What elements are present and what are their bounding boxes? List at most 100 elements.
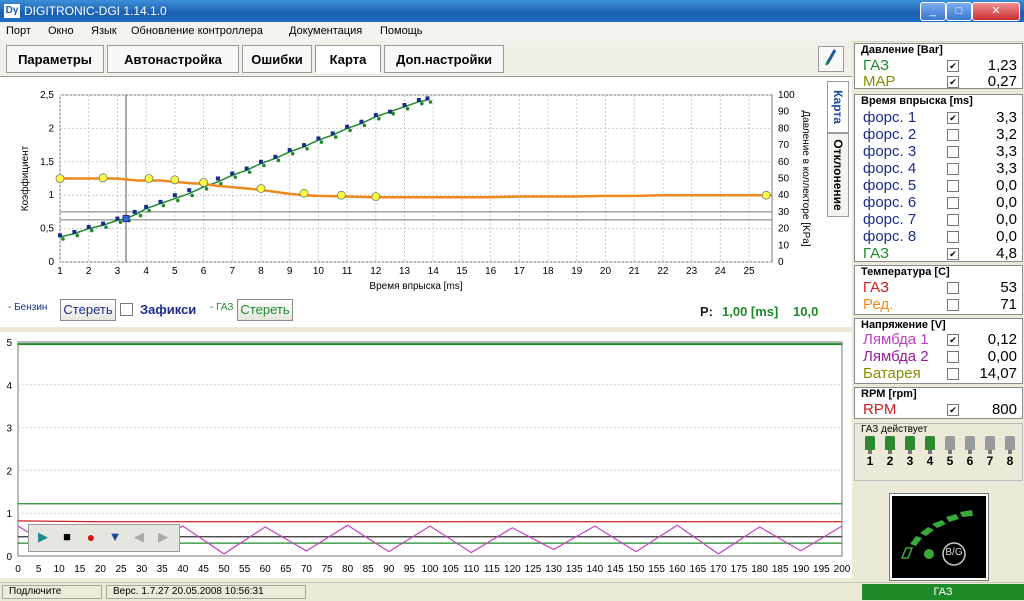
tab-extra-settings[interactable]: Доп.настройки [384, 45, 504, 73]
gas-active-group: ГАЗ действует 12345678 [854, 423, 1023, 481]
menu-window[interactable]: Окно [48, 25, 74, 37]
y2-tick-label: 90 [778, 107, 790, 118]
benzin-point [330, 131, 335, 136]
tab-parameters[interactable]: Параметры [6, 45, 104, 73]
minimize-button[interactable]: _ [920, 2, 946, 21]
x-tick-label: 175 [731, 564, 748, 575]
benzin-point [316, 136, 321, 141]
title-bar: Dγ DIGITRONIC-DGI 1.14.1.0 _ □ ✕ [0, 0, 1024, 22]
clear-benzin-button[interactable]: Стереть [60, 299, 116, 321]
x-tick-label: 10 [54, 564, 66, 575]
rpm-title: RPM [rpm] [861, 388, 917, 400]
x-axis-label: Время впрыска [ms] [369, 281, 462, 292]
gas-point [262, 163, 266, 168]
y-tick-label: 3 [6, 424, 12, 435]
reading-label: Лямбда 2 [863, 348, 929, 365]
x-tick-label: 75 [321, 564, 333, 575]
injector-indicator: 1 [861, 436, 879, 468]
tab-errors[interactable]: Ошибки [242, 45, 312, 73]
reading-checkbox[interactable] [947, 231, 959, 243]
reading-checkbox[interactable] [947, 299, 959, 311]
x-tick-label: 55 [239, 564, 251, 575]
reading-checkbox[interactable] [947, 351, 959, 363]
menu-language[interactable]: Язык [91, 25, 117, 37]
x-tick-label: 18 [543, 266, 555, 277]
injector-number: 3 [906, 454, 914, 468]
reading-checkbox[interactable]: ✔ [947, 334, 959, 346]
reading-checkbox[interactable] [947, 282, 959, 294]
injector-number: 5 [946, 454, 954, 468]
reading-checkbox[interactable] [947, 197, 959, 209]
menu-documentation[interactable]: Документация [289, 25, 362, 37]
reading-value: 53 [1000, 279, 1017, 296]
y2-tick-label: 0 [778, 257, 784, 268]
x-tick-label: 45 [198, 564, 210, 575]
restore-button[interactable]: □ [946, 2, 972, 21]
x-tick-label: 13 [399, 266, 411, 277]
reading-value: 0,27 [987, 73, 1017, 90]
benzin-point [172, 193, 177, 198]
injection-row: форс. 5 0,0 [863, 177, 1021, 194]
record-button[interactable]: ● [81, 527, 101, 547]
reading-checkbox[interactable]: ✔ [947, 248, 959, 260]
coefficient-marker [144, 174, 154, 183]
version-info: Верс. 1.7.27 20.05.2008 10:56:31 [106, 585, 306, 599]
gas-point [276, 158, 281, 163]
gas-legend: - ГАЗ [210, 302, 234, 313]
x-tick-label: 6 [201, 266, 207, 277]
reading-checkbox[interactable]: ✔ [947, 112, 959, 124]
tab-map[interactable]: Карта [315, 45, 381, 73]
reading-label: Ред. [863, 296, 894, 313]
close-button[interactable]: ✕ [972, 2, 1020, 21]
menu-bar: Порт Окно Язык Обновление контроллера До… [0, 22, 1024, 42]
map-tool-button[interactable] [818, 46, 844, 72]
gas-point [75, 233, 80, 238]
injection-title: Время впрыска [ms] [861, 95, 973, 107]
reading-checkbox[interactable] [947, 368, 959, 380]
y2-tick-label: 100 [778, 90, 795, 101]
menu-port[interactable]: Порт [6, 25, 31, 37]
reading-checkbox[interactable] [947, 146, 959, 158]
reading-checkbox[interactable] [947, 129, 959, 141]
benzin-point [416, 98, 421, 103]
play-button[interactable]: ▶ [33, 527, 53, 547]
side-tab-map[interactable]: Карта [827, 81, 849, 133]
tab-autotune[interactable]: Автонастройка [107, 45, 239, 73]
y-tick-label: 0 [48, 257, 54, 268]
gas-point [290, 151, 295, 156]
side-tab-deviation[interactable]: Отклонение [827, 133, 849, 217]
reading-checkbox[interactable]: ✔ [947, 404, 959, 416]
reading-checkbox[interactable]: ✔ [947, 60, 959, 72]
save-button[interactable]: ▼ [105, 527, 125, 547]
clear-gas-button[interactable]: Стереть [237, 299, 293, 321]
injector-number: 6 [966, 454, 974, 468]
window-title: DIGITRONIC-DGI 1.14.1.0 [24, 4, 167, 18]
x-tick-label: 80 [342, 564, 354, 575]
reading-checkbox[interactable] [947, 214, 959, 226]
gas-switch-display[interactable]: B/G [890, 494, 988, 580]
coefficient-marker [761, 190, 771, 200]
reading-checkbox[interactable]: ✔ [947, 76, 959, 88]
menu-help[interactable]: Помощь [380, 25, 423, 37]
reading-checkbox[interactable] [947, 180, 959, 192]
prev-button[interactable]: ◀ [129, 527, 149, 547]
x-tick-label: 160 [669, 564, 686, 575]
reading-label: форс. 3 [863, 143, 917, 160]
injector-indicator: 6 [961, 436, 979, 468]
x-tick-label: 50 [218, 564, 230, 575]
reading-value: 0,0 [996, 211, 1017, 228]
injector-icon [1005, 436, 1015, 450]
stop-button[interactable]: ■ [57, 527, 77, 547]
y-tick-label: 5 [6, 338, 12, 349]
map-chart[interactable]: 1 2 3 4 5 6 7 8 9 10 11 12 13 14 15 16 17 18 19 20 21 22 23 24 2… [0, 77, 828, 297]
reading-label: ГАЗ [863, 279, 890, 296]
injector-indicator: 8 [1001, 436, 1019, 468]
fix-checkbox[interactable] [120, 303, 133, 316]
temperature-row: Ред. 71 [863, 296, 1021, 313]
reading-checkbox[interactable] [947, 163, 959, 175]
x-tick-label: 115 [484, 564, 500, 575]
gas-point [348, 128, 352, 133]
next-button[interactable]: ▶ [153, 527, 173, 547]
menu-update-controller[interactable]: Обновление контроллера [131, 25, 263, 37]
y-tick-label: 1 [48, 190, 54, 201]
